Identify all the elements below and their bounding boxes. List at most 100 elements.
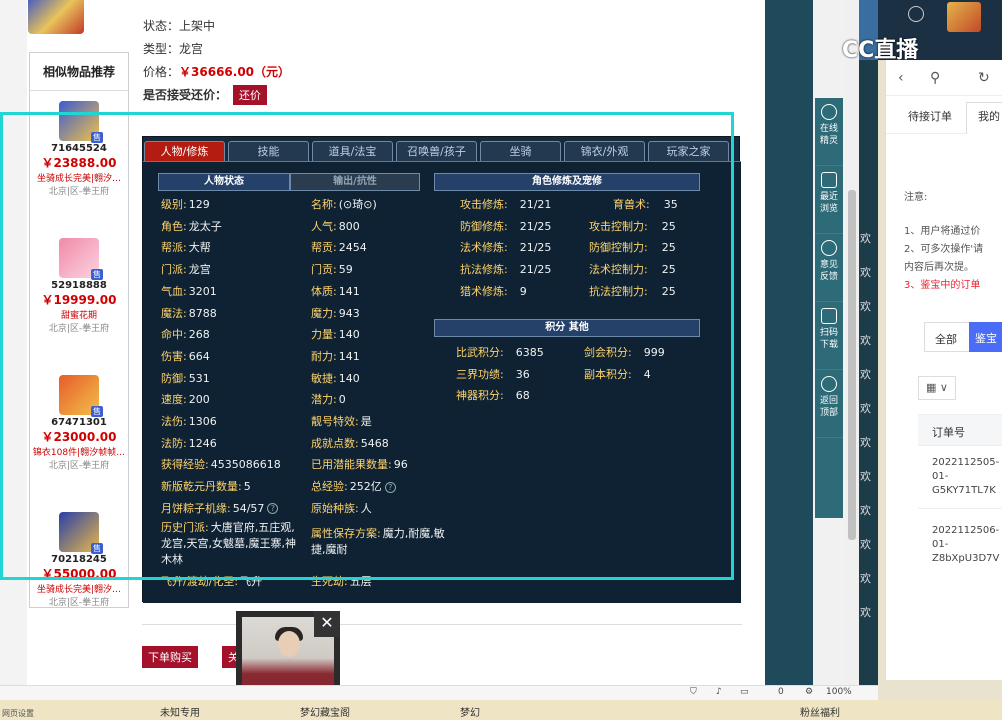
stat-left: 魔法: 8788 — [161, 305, 217, 321]
tab-icon[interactable]: ▭ — [740, 687, 749, 697]
similar-item[interactable]: 售 67471301 ￥23000.00 锦衣108件|翱汐帧帧… 北京|区-拳王府 — [30, 375, 128, 502]
stat-right: 力量: 140 — [311, 326, 360, 342]
similar-item-id: 52918888 — [51, 280, 107, 291]
stat-right: 敏捷: 140 — [311, 370, 360, 386]
rail-item-4[interactable]: 返回 顶部 — [815, 370, 843, 438]
status-row: 状态： 上架中 — [143, 14, 290, 37]
similar-item-desc: 甜蜜花期 — [60, 311, 97, 321]
similar-item-image[interactable]: 售 — [59, 375, 103, 417]
similar-item-image[interactable]: 售 — [59, 512, 103, 554]
similar-item-server: 北京|区-拳王府 — [48, 598, 110, 608]
tab-pending-orders[interactable]: 待接订单 — [908, 108, 952, 124]
grid-view-button[interactable]: ▦ ∨ — [918, 376, 956, 400]
points-value: 4 — [643, 367, 651, 381]
stat-left: 角色: 龙太子 — [161, 218, 222, 234]
stat-key: 气血: — [161, 284, 187, 298]
speaker-icon[interactable]: ♪ — [716, 687, 722, 697]
bargain-row: 是否接受还价： 还价 — [143, 83, 290, 106]
tab-4[interactable]: 坐骑 — [480, 141, 561, 162]
stat-key: 门派: — [161, 263, 187, 277]
taskbar-item[interactable]: 粉丝福利 — [800, 704, 840, 719]
similar-item[interactable]: 售 70218245 ￥55000.00 坐骑成长完美|翱汐… 北京|区-拳王府 — [30, 512, 128, 639]
refresh-icon[interactable]: ↻ — [978, 70, 990, 86]
page-settings-link[interactable]: 网页设置 — [2, 708, 34, 719]
stat-value: 3201 — [188, 284, 217, 298]
status-value: 上架中 — [179, 19, 216, 33]
stat-extra: 获得经验: 4535086618 — [161, 456, 281, 472]
similar-item-desc: 坐骑成长完美|翱汐… — [36, 174, 122, 184]
stat-key: 飞升/渡劫/化圣: — [161, 574, 239, 588]
order-2[interactable]: 2022112506- 01- Z8bXpU3D7V — [932, 524, 999, 566]
similar-item-desc: 坐骑成长完美|翱汐… — [36, 585, 122, 595]
stat-extra: 原始种族: 人 — [311, 500, 372, 516]
stat-value: 268 — [188, 328, 210, 342]
cultivation-item: 防御修炼: 21/25 — [460, 218, 551, 234]
similar-item-price: ￥19999.00 — [41, 293, 117, 307]
help-icon[interactable]: ? — [384, 481, 396, 493]
type-row: 类型： 龙宫 — [143, 37, 290, 60]
tab-5[interactable]: 锦衣/外观 — [564, 141, 645, 162]
order-2-line-b: 01- — [932, 539, 949, 550]
taskbar-item[interactable]: 未知专用 — [160, 704, 200, 719]
stat-extra: 新版乾元丹数量: 5 — [161, 478, 251, 494]
buy-button[interactable]: 下单购买 — [142, 646, 198, 668]
stat-value: 飞升 — [240, 574, 263, 588]
close-icon[interactable]: ✕ — [314, 611, 340, 637]
bargain-button[interactable]: 还价 — [233, 84, 268, 105]
order-1-line-a: 2022112505- — [932, 457, 1000, 468]
stat-right: 靓号特效: 是 — [311, 413, 372, 429]
character-board: 人物状态 输出/抗性 角色修炼及宠修 积分 其他 级别: 129 角色: 龙太子 帮派:… — [143, 161, 741, 603]
points-key: 剑会积分: — [584, 346, 632, 359]
stat-key: 力量: — [311, 328, 337, 342]
gear-icon[interactable]: ⚙ — [805, 687, 813, 697]
back-icon[interactable]: ‹ — [898, 70, 904, 86]
similar-item-image[interactable]: 售 — [59, 101, 103, 143]
shield-icon[interactable]: ⛉ — [690, 687, 697, 697]
user-icon[interactable] — [908, 6, 924, 22]
price-value: ￥36666.00（元） — [179, 65, 291, 79]
similar-item-image[interactable]: 售 — [59, 238, 103, 280]
order-column-header: 订单号 — [918, 414, 1002, 446]
link-icon[interactable]: ⚲ — [930, 70, 940, 86]
stat-value: 0 — [338, 393, 346, 407]
stat-key: 级别: — [161, 198, 187, 211]
tab-mine[interactable]: 我的 — [978, 108, 1000, 124]
tab-0[interactable]: 人物/修炼 — [144, 141, 225, 162]
zoom-level[interactable]: 100% — [826, 687, 852, 697]
stat-value: 140 — [338, 371, 360, 385]
section-char-state[interactable]: 人物状态 — [158, 173, 290, 191]
order-1-line-b: 01- — [932, 471, 949, 482]
tab-6[interactable]: 玩家之家 — [648, 141, 729, 162]
help-icon[interactable]: ? — [267, 503, 279, 515]
rail-item-3[interactable]: 扫码 下载 — [815, 302, 843, 370]
taskbar-item[interactable]: 梦幻 — [460, 704, 480, 719]
taskbar-item[interactable]: 梦幻藏宝阁 — [300, 704, 350, 719]
points-value: 36 — [515, 367, 530, 381]
filter-appraise[interactable]: 鉴宝 — [969, 322, 1002, 352]
background-text: 欢 — [860, 436, 871, 449]
tab-3[interactable]: 召唤兽/孩子 — [396, 141, 477, 162]
similar-item[interactable]: 售 52918888 ￥19999.00 甜蜜花期 北京|区-拳王府 — [30, 238, 128, 365]
cult-value: 25 — [661, 219, 676, 233]
section-output-resist[interactable]: 输出/抗性 — [290, 173, 420, 191]
points-item-2: 副本积分: 4 — [584, 366, 651, 382]
similar-item[interactable]: 售 71645524 ￥23888.00 坐骑成长完美|翱汐… 北京|区-拳王府 — [30, 101, 128, 228]
rail-item-2[interactable]: 意见 反馈 — [815, 234, 843, 302]
stat-value: 531 — [188, 371, 210, 385]
tab-1[interactable]: 技能 — [228, 141, 309, 162]
notice-2: 2、可多次操作'请 — [904, 244, 984, 255]
stat-left: 伤害: 664 — [161, 348, 210, 364]
cult-key: 法术控制力: — [589, 263, 648, 277]
avatar[interactable] — [947, 2, 981, 32]
order-1[interactable]: 2022112505- 01- G5KY71TL7K — [932, 456, 999, 498]
scrollbar-thumb[interactable] — [848, 190, 856, 540]
filter-all[interactable]: 全部 — [935, 331, 957, 347]
points-item: 神器积分: 68 — [456, 387, 530, 403]
stat-value: 943 — [338, 306, 360, 320]
stat-value: 龙宫 — [188, 263, 211, 277]
rail-item-1[interactable]: 最近 浏览 — [815, 166, 843, 234]
stat-left: 防御: 531 — [161, 370, 210, 386]
rail-item-0[interactable]: 在线 精灵 — [815, 98, 843, 166]
tab-2[interactable]: 道具/法宝 — [312, 141, 393, 162]
rail-label: 反馈 — [819, 272, 838, 282]
